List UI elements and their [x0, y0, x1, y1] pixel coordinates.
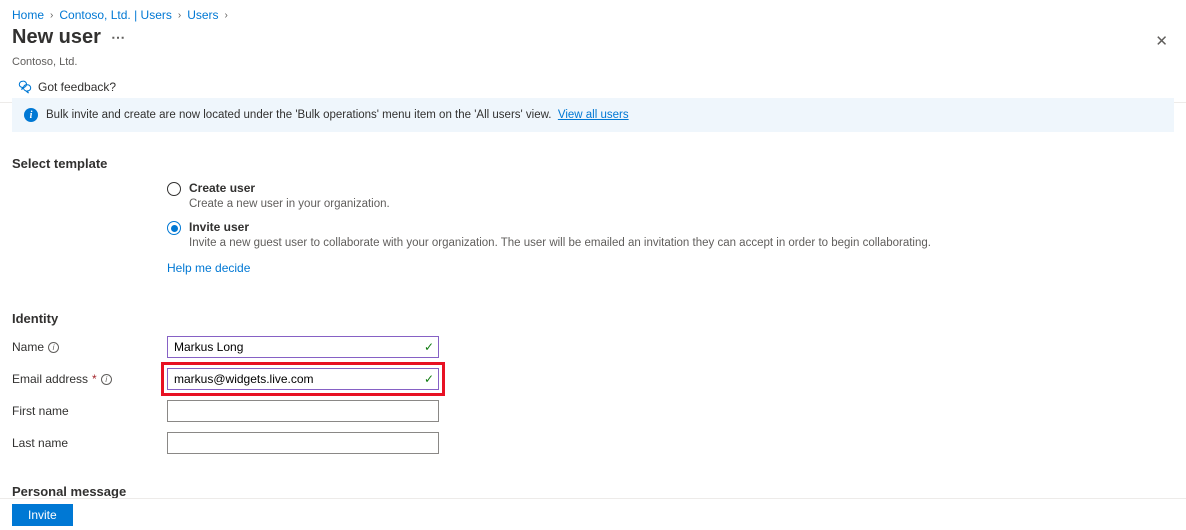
- select-template-section: Select template Create user Create a new…: [12, 156, 1174, 275]
- help-me-decide-link[interactable]: Help me decide: [167, 261, 250, 275]
- last-name-input[interactable]: [167, 432, 439, 454]
- info-icon: i: [24, 108, 38, 122]
- info-icon[interactable]: i: [101, 374, 112, 385]
- footer-bar: Invite: [0, 498, 1186, 530]
- info-banner-msg: Bulk invite and create are now located u…: [46, 109, 551, 121]
- close-button[interactable]: ✕: [1149, 26, 1174, 56]
- view-all-users-link[interactable]: View all users: [558, 109, 629, 121]
- identity-section: Identity Name i ✓ Email address * i ✓: [12, 311, 1174, 454]
- first-name-label: First name: [12, 404, 167, 418]
- radio-create-user-desc: Create a new user in your organization.: [189, 198, 931, 210]
- breadcrumb: Home › Contoso, Ltd. | Users › Users ›: [0, 0, 1186, 26]
- required-asterisk: *: [92, 372, 97, 386]
- email-input[interactable]: [167, 368, 439, 390]
- identity-heading: Identity: [12, 311, 1174, 326]
- info-banner: i Bulk invite and create are now located…: [12, 98, 1174, 132]
- radio-create-user[interactable]: Create user: [167, 181, 931, 196]
- chevron-right-icon: ›: [225, 10, 228, 21]
- more-actions-button[interactable]: ⋯: [111, 29, 125, 46]
- personal-message-section: Personal message: [12, 484, 1174, 498]
- page-subtitle: Contoso, Ltd.: [0, 56, 1186, 74]
- invite-button[interactable]: Invite: [12, 504, 73, 526]
- page-title: New user ⋯: [12, 26, 125, 49]
- name-label: Name i: [12, 340, 167, 354]
- chevron-right-icon: ›: [50, 10, 53, 21]
- radio-icon-selected: [167, 221, 181, 235]
- radio-invite-user-desc: Invite a new guest user to collaborate w…: [189, 237, 931, 249]
- first-name-input[interactable]: [167, 400, 439, 422]
- breadcrumb-users[interactable]: Users: [187, 8, 218, 22]
- radio-icon: [167, 182, 181, 196]
- name-input[interactable]: [167, 336, 439, 358]
- last-name-label: Last name: [12, 436, 167, 450]
- radio-invite-user[interactable]: Invite user: [167, 220, 931, 235]
- main-content: i Bulk invite and create are now located…: [0, 80, 1186, 498]
- personal-message-heading: Personal message: [12, 484, 1174, 498]
- info-icon[interactable]: i: [48, 342, 59, 353]
- email-label: Email address * i: [12, 372, 167, 386]
- chevron-right-icon: ›: [178, 10, 181, 21]
- radio-label: Create user: [189, 181, 255, 195]
- breadcrumb-home[interactable]: Home: [12, 8, 44, 22]
- radio-label: Invite user: [189, 220, 249, 234]
- info-banner-text: Bulk invite and create are now located u…: [46, 109, 629, 121]
- breadcrumb-org-users[interactable]: Contoso, Ltd. | Users: [59, 8, 172, 22]
- select-template-heading: Select template: [12, 156, 1174, 171]
- page-title-text: New user: [12, 26, 101, 49]
